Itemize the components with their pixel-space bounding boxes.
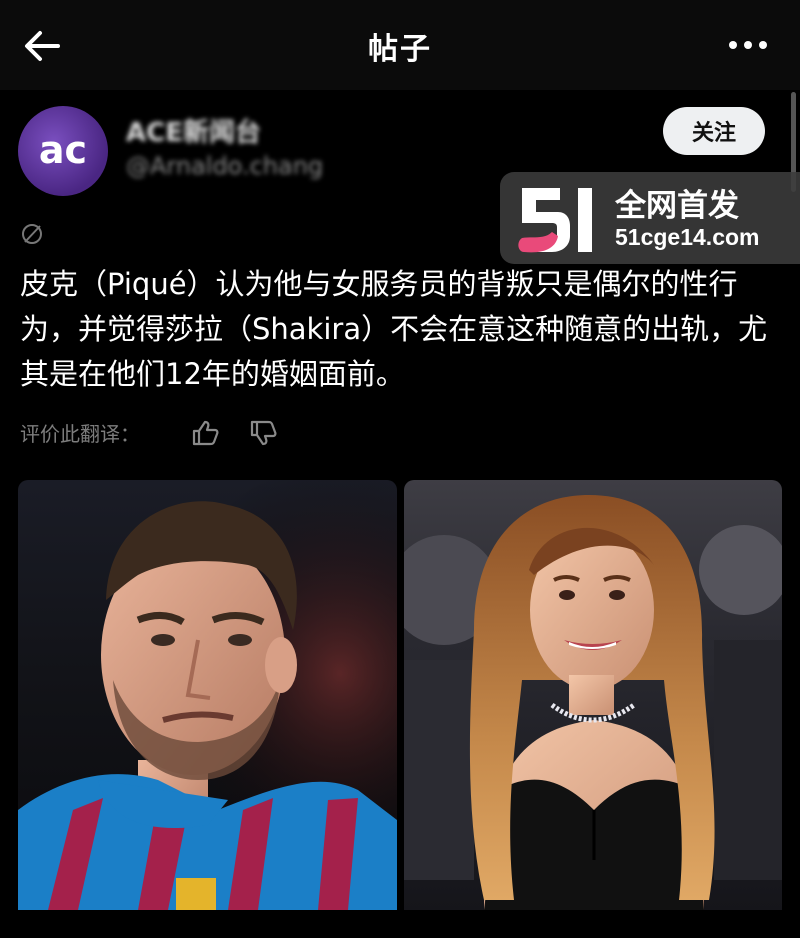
evaluate-translation-label: 评价此翻译：: [20, 422, 140, 446]
post-image-shakira[interactable]: [404, 480, 782, 910]
avatar-logo-icon: ac: [39, 128, 87, 172]
follow-button[interactable]: 关注: [663, 107, 765, 155]
post-text: 皮克（Piqué）认为他与女服务员的背叛只是偶尔的性行为，并觉得莎拉（Shaki…: [20, 267, 768, 391]
avatar[interactable]: ac: [18, 106, 108, 196]
watermark-text: 全网首发: [615, 188, 739, 224]
shakira-portrait-illustration: [404, 495, 782, 910]
author-handle[interactable]: @Arnaldo.chang: [126, 152, 323, 180]
page-title: 帖子: [368, 32, 432, 67]
pique-portrait-illustration: [18, 480, 397, 910]
post-image-pique[interactable]: [18, 480, 397, 910]
watermark-url: 51cge14.com: [615, 224, 760, 250]
more-options-icon[interactable]: [726, 28, 770, 62]
top-bar: 帖子: [0, 0, 800, 90]
thumbs-up-icon[interactable]: [190, 418, 220, 448]
author-name[interactable]: ACE新闻台: [126, 112, 261, 149]
watermark-logo-icon: [518, 188, 592, 253]
svg-text:ac: ac: [39, 128, 87, 172]
thumbs-down-icon[interactable]: [248, 418, 278, 448]
slash-circle-icon: [22, 224, 42, 244]
watermark-badge: 全网首发 51cge14.com: [500, 172, 800, 264]
